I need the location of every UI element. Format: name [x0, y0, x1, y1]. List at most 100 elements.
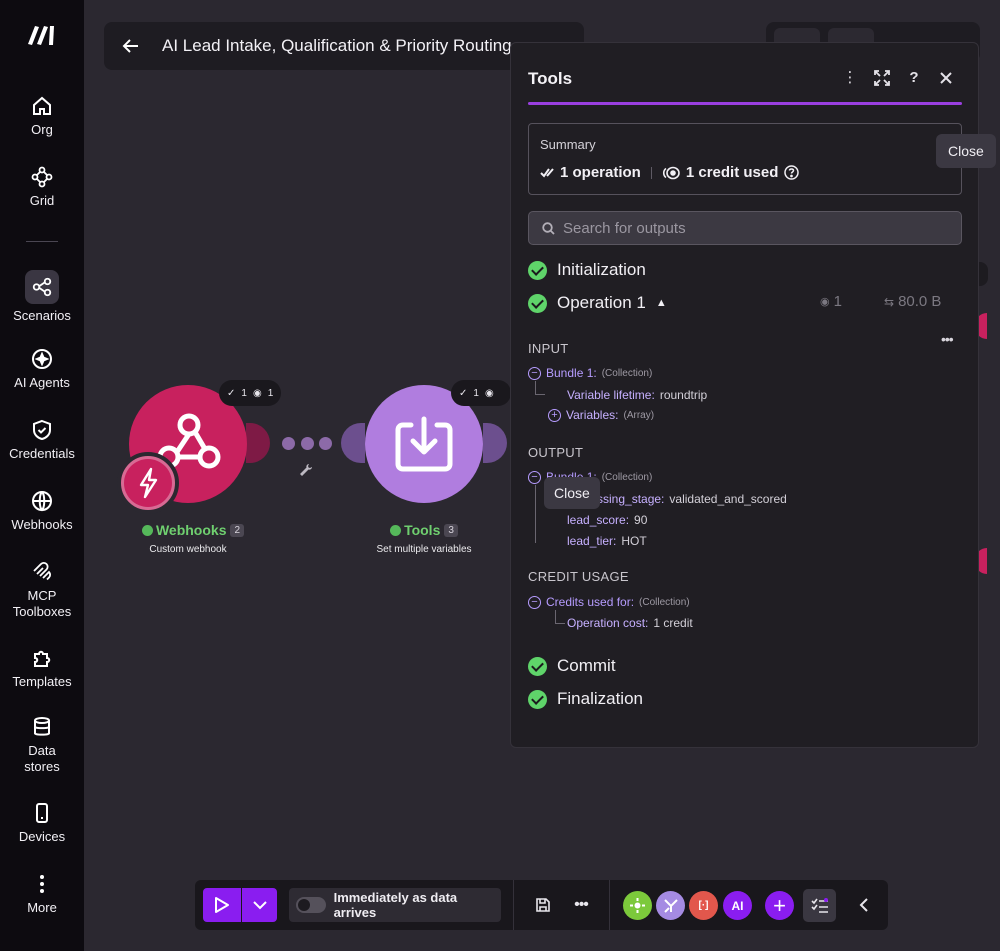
step-finalization[interactable]: Finalization	[528, 689, 643, 709]
tools-app-icon[interactable]	[623, 891, 652, 920]
tree-key: Credits used for:	[546, 595, 635, 609]
wrench-icon[interactable]	[299, 463, 313, 477]
run-once-button[interactable]	[203, 888, 241, 922]
tree-value: 90	[634, 513, 648, 527]
op-data-value: 1	[833, 293, 842, 310]
text-parser-app-icon[interactable]: [·]	[689, 891, 718, 920]
data-icon: ◉	[484, 387, 494, 399]
webhooks-label: Webhooks 2	[138, 522, 248, 538]
step-commit[interactable]: Commit	[528, 656, 616, 676]
back-arrow-icon[interactable]	[120, 35, 142, 57]
make-logo[interactable]	[25, 22, 59, 48]
chevron-left-icon[interactable]	[852, 894, 874, 916]
connection-route[interactable]	[282, 437, 332, 451]
collapse-icon[interactable]: −	[528, 595, 541, 609]
sidebar-item-webhooks[interactable]: Webhooks	[0, 489, 84, 533]
close-icon[interactable]	[938, 70, 954, 86]
step-label: Commit	[557, 656, 616, 675]
sidebar-item-label: More	[27, 900, 57, 915]
data-icon: ◉	[820, 296, 830, 308]
step-initialization[interactable]: Initialization	[528, 260, 646, 280]
sidebar-item-more[interactable]: More	[0, 872, 84, 916]
save-icon[interactable]	[532, 894, 554, 916]
credit-usage-header: CREDIT USAGE	[528, 569, 629, 584]
help-circle-icon[interactable]	[784, 165, 800, 180]
help-icon[interactable]: ?	[906, 70, 922, 86]
variables-row[interactable]: + Variables: (Array)	[548, 408, 654, 422]
ops-check-icon: ✓	[227, 387, 236, 399]
download-box-icon	[395, 416, 453, 472]
tree-type: (Array)	[623, 409, 655, 421]
operations-check-icon	[540, 167, 554, 178]
collapse-icon[interactable]: −	[528, 470, 541, 484]
checklist-button[interactable]	[803, 889, 836, 922]
sidebar-item-data-stores[interactable]: Data stores	[0, 715, 84, 775]
sidebar-item-label: Credentials	[9, 446, 75, 461]
run-options-button[interactable]	[242, 888, 277, 922]
search-input[interactable]	[563, 219, 943, 237]
op-size-value: 80.0 B	[898, 293, 942, 310]
operations-count: 1 operation	[560, 164, 641, 181]
module-connector-right	[483, 423, 507, 463]
input-header: INPUT	[528, 341, 569, 356]
flow-control-app-icon[interactable]	[656, 891, 685, 920]
ai-app-icon[interactable]: AI	[723, 891, 752, 920]
sidebar-item-label: Templates	[12, 674, 72, 689]
tools-label: Tools 3	[369, 522, 479, 538]
expand-icon[interactable]	[874, 70, 890, 86]
ai-agents-icon	[32, 349, 52, 369]
sidebar-item-label: Data stores	[24, 743, 60, 774]
tree-key: Variables:	[566, 408, 619, 422]
success-check-icon	[528, 260, 547, 280]
tools-subtitle: Set multiple variables	[376, 544, 472, 555]
globe-icon	[32, 491, 52, 512]
success-check-icon	[528, 656, 547, 676]
variable-lifetime-row: Variable lifetime: roundtrip	[567, 388, 707, 402]
ops-check-icon: ✓	[459, 387, 468, 399]
scenario-title[interactable]: AI Lead Intake, Qualification & Priority…	[162, 36, 512, 56]
summary-label: Summary	[540, 137, 596, 152]
tree-value: HOT	[621, 534, 647, 548]
panel-title: Tools	[528, 69, 573, 88]
schedule-setting[interactable]: Immediately as data arrives	[289, 888, 501, 922]
close-tooltip-mid: Close	[544, 477, 600, 509]
success-check-icon	[528, 689, 547, 709]
more-vertical-icon[interactable]: ⋮	[842, 70, 858, 86]
schedule-toggle[interactable]	[296, 897, 326, 913]
data-icon: ◉	[252, 387, 262, 399]
sidebar-item-label: Webhooks	[11, 517, 73, 532]
tree-key: lead_tier:	[567, 534, 617, 548]
sidebar-item-ai-agents[interactable]: AI Agents	[0, 347, 84, 391]
summary-row: 1 operation 1 credit used	[540, 164, 800, 181]
search-outputs-field[interactable]	[528, 211, 962, 245]
collapse-icon[interactable]: −	[528, 366, 541, 380]
sidebar-item-org[interactable]: Org	[0, 94, 84, 138]
operation-cost-row: Operation cost: 1 credit	[567, 616, 693, 630]
sidebar-item-templates[interactable]: Templates	[0, 646, 84, 690]
sidebar-item-grid[interactable]: Grid	[0, 165, 84, 209]
add-module-button[interactable]: +	[765, 891, 794, 920]
module-index: 3	[444, 524, 458, 537]
sidebar-item-devices[interactable]: Devices	[0, 801, 84, 845]
credits-used-for-row[interactable]: − Credits used for: (Collection)	[528, 595, 690, 609]
tree-type: (Collection)	[601, 367, 653, 379]
sidebar-item-scenarios[interactable]: Scenarios	[0, 270, 84, 324]
step-label: Operation 1	[557, 293, 646, 312]
search-icon	[542, 221, 555, 235]
more-horizontal-icon[interactable]: •••	[941, 331, 954, 347]
module-connector-right	[246, 423, 270, 463]
input-bundle-row[interactable]: − Bundle 1: (Collection)	[528, 366, 652, 380]
mcp-icon	[33, 561, 52, 581]
sidebar-item-credentials[interactable]: Credentials	[0, 418, 84, 462]
more-horizontal-icon[interactable]: •••	[570, 894, 592, 916]
expand-plus-icon[interactable]: +	[548, 408, 561, 422]
lightning-icon	[139, 467, 158, 499]
success-check-icon	[528, 293, 547, 313]
step-operation-1[interactable]: Operation 1 ▲	[528, 293, 667, 313]
bottom-toolbar: Immediately as data arrives ••• [·] AI +	[195, 880, 888, 930]
checklist-icon	[810, 897, 828, 913]
sidebar-item-mcp-toolboxes[interactable]: MCP Toolboxes	[0, 560, 84, 620]
tree-connector	[535, 381, 545, 395]
caret-up-icon[interactable]: ▲	[656, 297, 667, 309]
shield-icon	[33, 419, 51, 441]
